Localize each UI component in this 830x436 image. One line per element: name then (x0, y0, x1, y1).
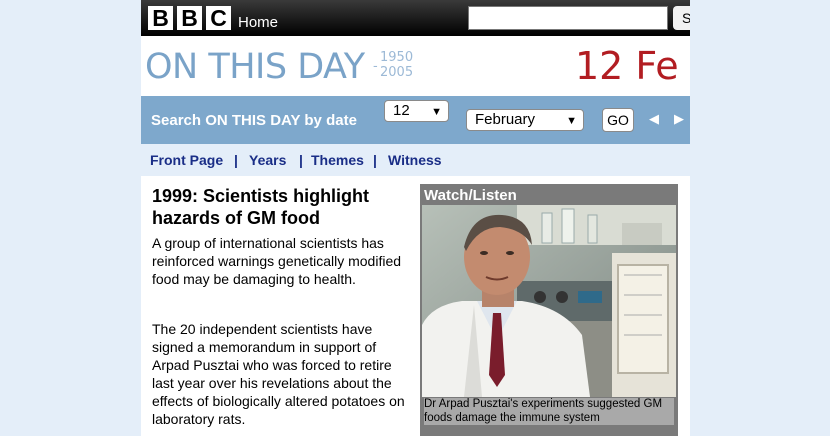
nav-years[interactable]: Years (249, 152, 286, 168)
article-headline: 1999: Scientists highlight hazards of GM… (152, 186, 370, 228)
search-input[interactable] (468, 6, 668, 30)
go-button[interactable]: GO (602, 108, 634, 132)
day-select-value: 12 (393, 102, 410, 119)
home-link[interactable]: Home (238, 14, 278, 32)
watch-listen-title: Watch/Listen (424, 187, 517, 204)
current-date: 12 Fe (575, 44, 679, 88)
panel-footer (420, 426, 678, 436)
bbc-top-bar: B B C Home S (141, 0, 690, 36)
nav-separator: | (234, 152, 238, 168)
scientist-photo (422, 205, 676, 397)
prev-arrow-icon[interactable]: ◀ (648, 110, 660, 128)
nav-separator: | (373, 152, 377, 168)
years-end: 2005 (380, 65, 414, 80)
years-dash: - (373, 59, 378, 74)
nav-separator: | (299, 152, 303, 168)
chevron-down-icon: ▼ (431, 106, 442, 118)
video-caption: Dr Arpad Pusztai's experiments suggested… (424, 398, 674, 425)
years-range: - 1950 2005 (373, 50, 420, 80)
article-paragraph: The 20 independent scientists have signe… (152, 321, 405, 427)
nav-front-page[interactable]: Front Page (150, 152, 223, 168)
chevron-down-icon: ▼ (566, 115, 577, 127)
day-select[interactable]: 12 ▼ (384, 100, 449, 122)
watch-listen-panel: Watch/Listen Dr Arpad Pusztai's experime… (420, 184, 678, 436)
video-thumbnail[interactable] (422, 205, 676, 397)
nav-witness[interactable]: Witness (388, 152, 442, 168)
on-this-day-title: ON THIS DAY (145, 47, 365, 87)
month-select[interactable]: February ▼ (466, 109, 584, 131)
on-this-day-banner: ON THIS DAY - 1950 2005 12 Fe (141, 36, 690, 96)
bbc-logo-b2[interactable]: B (177, 6, 202, 30)
date-search-bar: Search ON THIS DAY by date 12 ▼ February… (141, 96, 690, 144)
search-button[interactable]: S (673, 6, 690, 30)
bbc-logo-c[interactable]: C (206, 6, 231, 30)
month-select-value: February (475, 111, 536, 128)
years-start: 1950 (380, 50, 414, 65)
date-search-label: Search ON THIS DAY by date (151, 112, 357, 129)
next-arrow-icon[interactable]: ▶ (673, 110, 685, 128)
section-nav: Front Page | Years | Themes | Witness (141, 144, 690, 176)
page: B B C Home S ON THIS DAY - 1950 2005 12 … (141, 0, 690, 436)
nav-themes[interactable]: Themes (311, 152, 364, 168)
article-paragraph: A group of international scientists has … (152, 235, 402, 287)
bbc-logo-b1[interactable]: B (148, 6, 173, 30)
